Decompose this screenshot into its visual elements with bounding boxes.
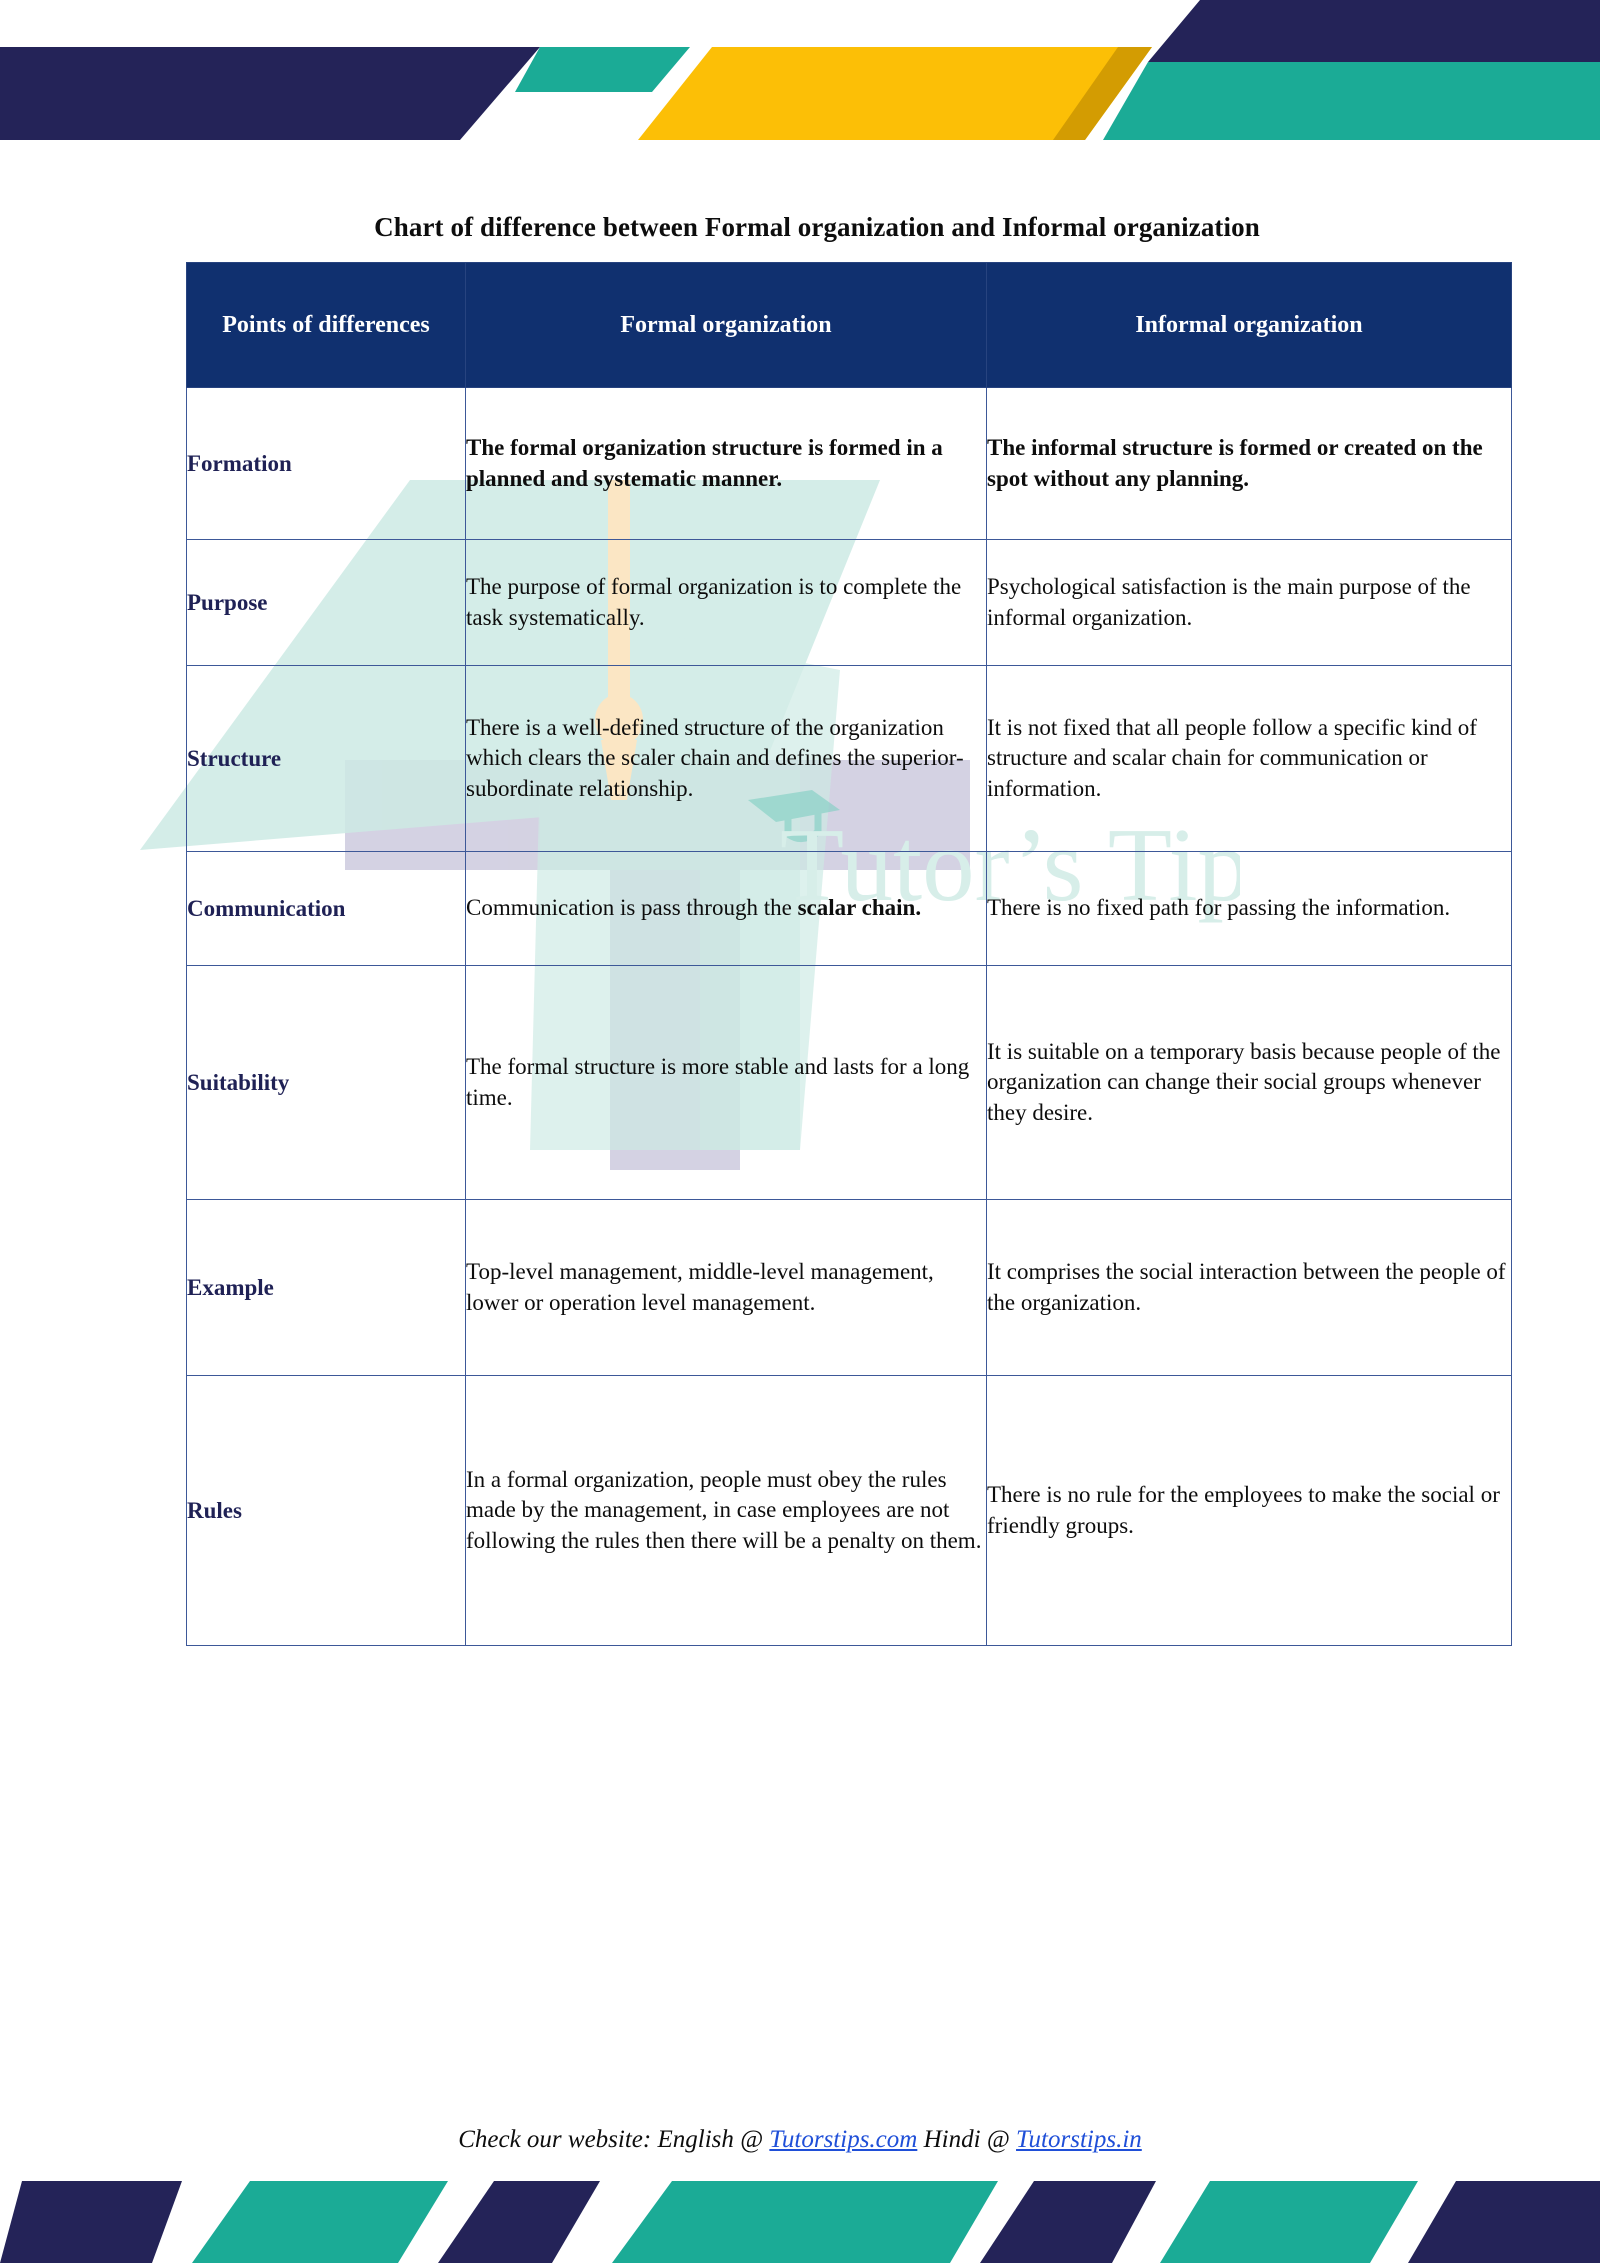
cell-informal-formation: The informal structure is formed or crea… <box>986 387 1512 540</box>
table-row: Suitability The formal structure is more… <box>186 965 1512 1200</box>
table-header-row: Points of differences Formal organizatio… <box>186 262 1512 388</box>
cell-informal-purpose: Psychological satisfaction is the main p… <box>986 539 1512 666</box>
cell-informal-structure: It is not fixed that all people follow a… <box>986 665 1512 852</box>
cell-informal-suitability: It is suitable on a temporary basis beca… <box>986 965 1512 1200</box>
cell-formal-example: Top-level management, middle-level manag… <box>465 1199 987 1376</box>
footer-link-hindi[interactable]: Tutorstips.in <box>1016 2126 1142 2153</box>
table-row: Communication Communication is pass thro… <box>186 851 1512 966</box>
cell-formal-communication-emphasis: scalar chain. <box>797 895 922 921</box>
column-header-formal: Formal organization <box>465 262 987 388</box>
row-label-suitability: Suitability <box>186 965 466 1200</box>
cell-formal-communication: Communication is pass through the scalar… <box>465 851 987 966</box>
row-label-rules: Rules <box>186 1375 466 1646</box>
row-label-formation: Formation <box>186 387 466 540</box>
cell-informal-rules: There is no rule for the employees to ma… <box>986 1375 1512 1646</box>
cell-informal-communication: There is no fixed path for passing the i… <box>986 851 1512 966</box>
table-head: Points of differences Formal organizatio… <box>186 262 1512 388</box>
row-label-example: Example <box>186 1199 466 1376</box>
footer-intro-text: Check our website: English @ <box>458 2126 770 2153</box>
footer-note: Check our website: English @ Tutorstips.… <box>0 2126 1600 2154</box>
page-title: Chart of difference between Formal organ… <box>374 212 1260 242</box>
table-row: Example Top-level management, middle-lev… <box>186 1199 1512 1376</box>
cell-formal-rules: In a formal organization, people must ob… <box>465 1375 987 1646</box>
table-row: Structure There is a well-defined struct… <box>186 665 1512 852</box>
row-label-communication: Communication <box>186 851 466 966</box>
footer-middle-text: Hindi @ <box>917 2126 1017 2153</box>
table-body: Formation The formal organization struct… <box>186 387 1512 1646</box>
column-header-informal: Informal organization <box>986 262 1512 388</box>
cell-formal-structure: There is a well-defined structure of the… <box>465 665 987 852</box>
table-row: Rules In a formal organization, people m… <box>186 1375 1512 1646</box>
table-row: Purpose The purpose of formal organizati… <box>186 539 1512 666</box>
row-label-purpose: Purpose <box>186 539 466 666</box>
row-label-structure: Structure <box>186 665 466 852</box>
cell-formal-formation: The formal organization structure is for… <box>465 387 987 540</box>
footer-link-english[interactable]: Tutorstips.com <box>769 2126 917 2153</box>
cell-formal-suitability: The formal structure is more stable and … <box>465 965 987 1200</box>
cell-formal-purpose: The purpose of formal organization is to… <box>465 539 987 666</box>
column-header-points: Points of differences <box>186 262 466 388</box>
cell-formal-communication-text: Communication is pass through the <box>466 895 798 921</box>
comparison-table: Points of differences Formal organizatio… <box>186 262 1512 1646</box>
table-row: Formation The formal organization struct… <box>186 387 1512 540</box>
cell-informal-example: It comprises the social interaction betw… <box>986 1199 1512 1376</box>
page-content: Chart of difference between Formal organ… <box>0 0 1600 2263</box>
